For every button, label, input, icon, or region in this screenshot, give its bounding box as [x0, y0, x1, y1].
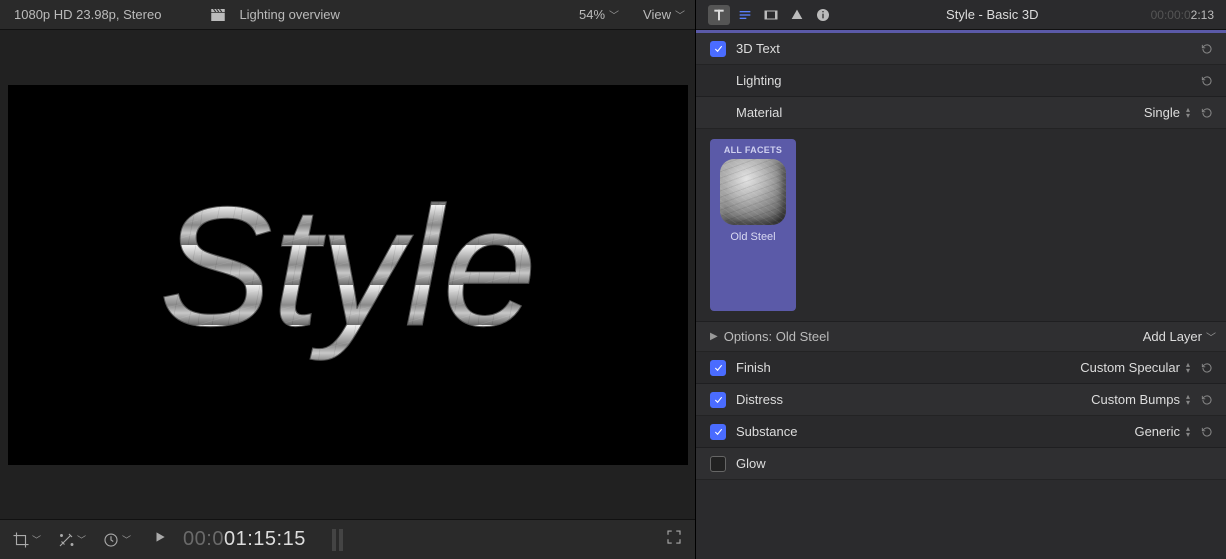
row-substance: Substance Generic ▴▾	[696, 416, 1226, 448]
row-material[interactable]: Material Single ▴▾	[696, 97, 1226, 129]
row-3d-text: 3D Text	[696, 33, 1226, 65]
inspector-timecode: 00:00:02:13	[1151, 8, 1214, 22]
zoom-dropdown[interactable]: 54% ﹀	[579, 7, 619, 22]
facet-name: Old Steel	[730, 231, 775, 243]
value-distress[interactable]: Custom Bumps ▴▾	[1091, 392, 1190, 407]
reset-substance[interactable]	[1198, 425, 1216, 439]
fullscreen-button[interactable]	[665, 528, 683, 551]
chevron-down-icon: ﹀	[609, 7, 619, 22]
row-glow: Glow	[696, 448, 1226, 480]
reset-material[interactable]	[1198, 106, 1216, 120]
preview-text-graphic: Style	[118, 125, 578, 425]
checkbox-substance[interactable]	[710, 424, 726, 440]
reset-3d-text[interactable]	[1198, 42, 1216, 56]
chevron-down-icon: ﹀	[77, 533, 86, 546]
substance-value-text: Generic	[1134, 424, 1180, 439]
view-label: View	[643, 7, 671, 22]
reset-finish[interactable]	[1198, 361, 1216, 375]
value-substance[interactable]: Generic ▴▾	[1134, 424, 1190, 439]
label-3d-text: 3D Text	[736, 41, 780, 56]
retime-tool[interactable]: ﹀	[102, 531, 131, 549]
label-glow: Glow	[736, 456, 766, 471]
add-layer-label: Add Layer	[1143, 329, 1202, 344]
crop-tool[interactable]: ﹀	[12, 531, 41, 549]
label-lighting: Lighting	[736, 73, 782, 88]
add-layer-dropdown[interactable]: Add Layer ﹀	[1143, 329, 1216, 344]
facet-header: ALL FACETS	[724, 145, 782, 155]
label-finish: Finish	[736, 360, 771, 375]
chevron-down-icon: ﹀	[122, 533, 131, 546]
distress-value-text: Custom Bumps	[1091, 392, 1180, 407]
value-material[interactable]: Single ▴▾	[1144, 105, 1190, 120]
transport-bar: ﹀ ﹀ ﹀ 00:001:15:15	[0, 519, 695, 559]
tab-text[interactable]	[708, 5, 730, 25]
inspector-header: Style - Basic 3D 00:00:02:13	[696, 0, 1226, 30]
finish-value-text: Custom Specular	[1080, 360, 1180, 375]
inspector-body: 3D Text Lighting Material Single ▴▾	[696, 33, 1226, 559]
audio-meter	[332, 529, 343, 551]
format-info: 1080p HD 23.98p, Stereo	[14, 7, 161, 22]
reset-distress[interactable]	[1198, 393, 1216, 407]
inspector-tabs	[708, 5, 834, 25]
preview-word: Style	[159, 172, 537, 362]
insp-tc-lit: 2:13	[1191, 8, 1214, 22]
options-label: Options: Old Steel	[724, 329, 830, 344]
chevron-down-icon: ﹀	[675, 7, 685, 22]
disclosure-triangle-icon[interactable]: ▶	[710, 331, 718, 342]
checkbox-3d-text[interactable]	[710, 41, 726, 57]
timecode-display[interactable]: 00:001:15:15	[183, 528, 306, 551]
view-dropdown[interactable]: View ﹀	[643, 7, 685, 22]
enhance-tool[interactable]: ﹀	[57, 531, 86, 549]
reset-lighting[interactable]	[1198, 74, 1216, 88]
value-finish[interactable]: Custom Specular ▴▾	[1080, 360, 1190, 375]
row-lighting[interactable]: Lighting	[696, 65, 1226, 97]
label-material: Material	[736, 105, 782, 120]
inspector-pane: Style - Basic 3D 00:00:02:13 3D Text Lig…	[695, 0, 1226, 559]
material-value-text: Single	[1144, 105, 1180, 120]
stepper-icon: ▴▾	[1186, 362, 1190, 374]
checkbox-finish[interactable]	[710, 360, 726, 376]
clapperboard-icon	[207, 6, 229, 24]
label-distress: Distress	[736, 392, 783, 407]
facet-card-all[interactable]: ALL FACETS Old Steel	[710, 139, 796, 311]
viewer-pane: 1080p HD 23.98p, Stereo Lighting overvie…	[0, 0, 695, 559]
row-distress: Distress Custom Bumps ▴▾	[696, 384, 1226, 416]
stepper-icon: ▴▾	[1186, 426, 1190, 438]
timecode-dim: 00:0	[183, 528, 224, 550]
tab-format[interactable]	[734, 5, 756, 25]
timecode-lit: 01:15:15	[224, 528, 306, 550]
play-button[interactable]	[153, 530, 167, 549]
zoom-value: 54%	[579, 7, 605, 22]
clip-name[interactable]: Lighting overview	[239, 7, 339, 22]
preview-canvas[interactable]: Style	[8, 85, 688, 465]
tab-video[interactable]	[760, 5, 782, 25]
checkbox-glow[interactable]	[710, 456, 726, 472]
row-options[interactable]: ▶ Options: Old Steel Add Layer ﹀	[696, 322, 1226, 352]
viewer-header: 1080p HD 23.98p, Stereo Lighting overvie…	[0, 0, 695, 30]
label-substance: Substance	[736, 424, 797, 439]
tab-filter[interactable]	[786, 5, 808, 25]
stepper-icon: ▴▾	[1186, 107, 1190, 119]
stepper-icon: ▴▾	[1186, 394, 1190, 406]
material-preview-icon	[720, 159, 786, 225]
tab-info[interactable]	[812, 5, 834, 25]
checkbox-distress[interactable]	[710, 392, 726, 408]
chevron-down-icon: ﹀	[32, 533, 41, 546]
chevron-down-icon: ﹀	[1206, 329, 1216, 344]
canvas-wrap: Style	[0, 30, 695, 519]
material-bay: ALL FACETS Old Steel	[696, 129, 1226, 322]
row-finish: Finish Custom Specular ▴▾	[696, 352, 1226, 384]
insp-tc-dim: 00:00:0	[1151, 8, 1191, 22]
inspector-title: Style - Basic 3D	[838, 7, 1147, 22]
